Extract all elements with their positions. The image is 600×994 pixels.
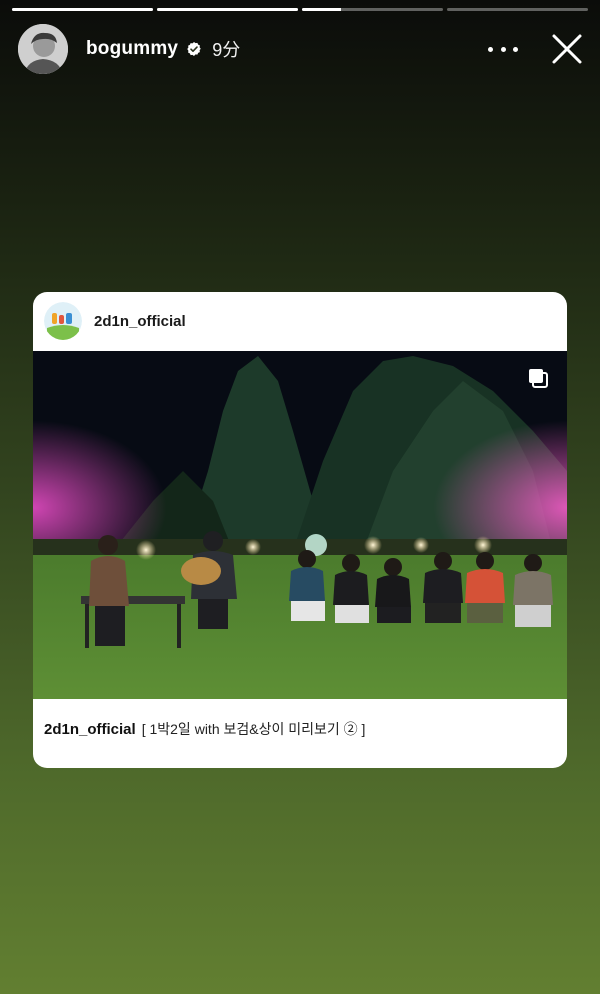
shared-post-card[interactable]: 2d1n_official 2d1n_official [1박2일 with … <box>33 292 567 768</box>
close-icon[interactable] <box>550 32 584 66</box>
story-progress-segment <box>157 8 298 11</box>
story-progress-segment <box>447 8 588 11</box>
story-progress-bar <box>12 8 588 11</box>
caption-username[interactable]: 2d1n_official <box>44 721 136 738</box>
story-progress-segment <box>302 8 443 11</box>
post-photo[interactable] <box>33 351 567 699</box>
post-time: 9分 <box>212 40 241 60</box>
verified-badge-icon <box>187 42 201 56</box>
avatar[interactable] <box>18 24 68 74</box>
post-caption: 2d1n_official [ 1박2일 with 보검&상이 미리보기 ② ] <box>44 719 557 739</box>
post-header: 2d1n_official <box>33 292 567 350</box>
program-logo <box>44 302 82 340</box>
post-avatar[interactable] <box>44 302 82 340</box>
story-header: bogummy 9分 <box>18 24 584 74</box>
story-username[interactable]: bogummy <box>86 38 178 60</box>
more-horizontal-icon[interactable] <box>488 39 518 59</box>
story-progress-segment <box>12 8 153 11</box>
caption-text: [ 1박2일 with 보검&상이 미리보기 ② ] <box>141 721 366 737</box>
post-username[interactable]: 2d1n_official <box>94 313 186 330</box>
